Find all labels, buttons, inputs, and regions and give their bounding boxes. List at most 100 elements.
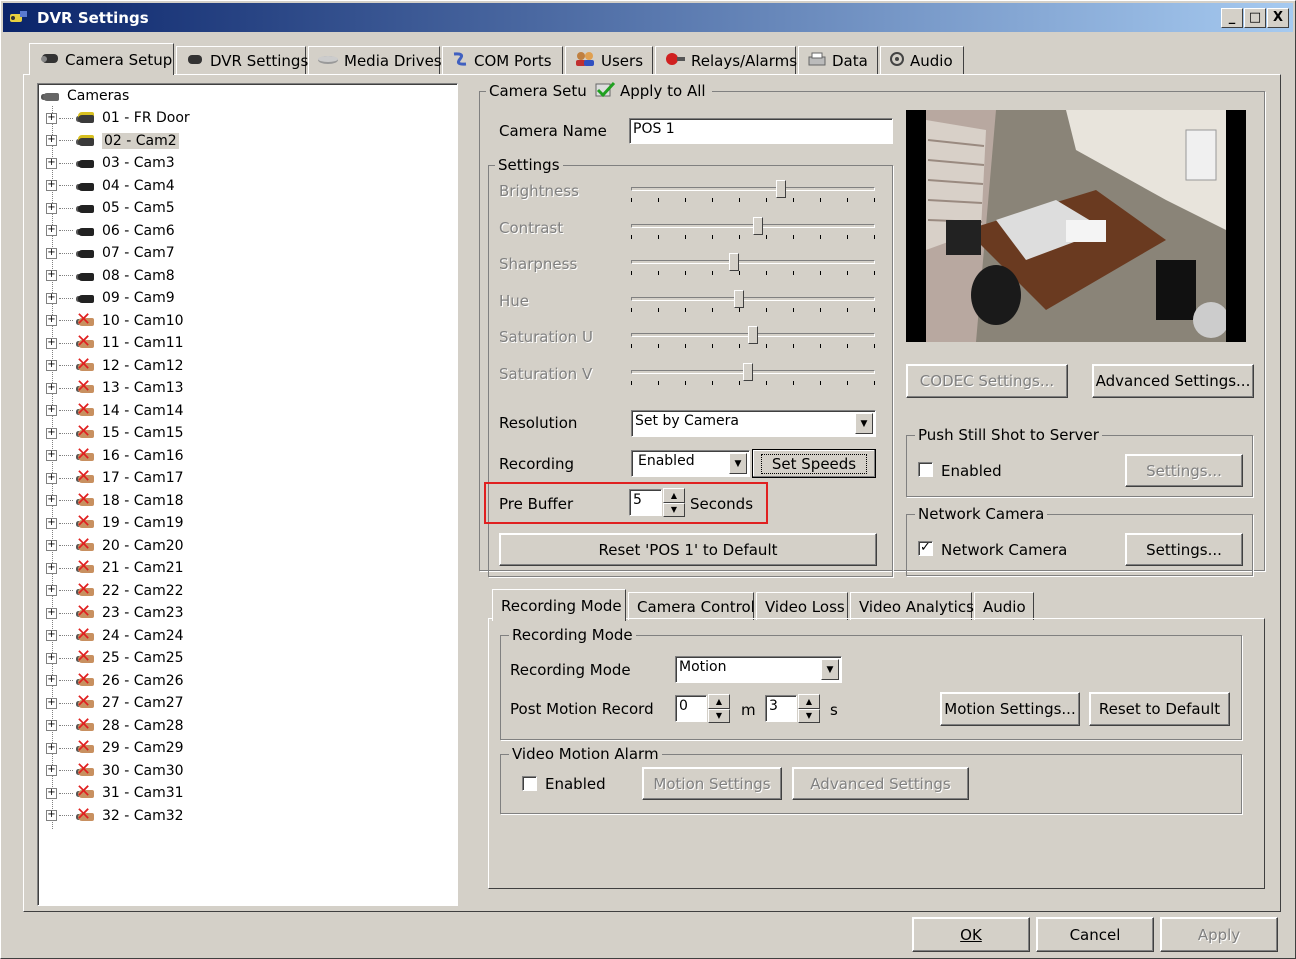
- subtab-video-loss[interactable]: Video Loss: [756, 592, 848, 620]
- expand-icon[interactable]: +: [46, 697, 57, 709]
- tree-item[interactable]: + ✕ 24 - Cam24: [46, 624, 184, 647]
- tree-item[interactable]: + ✕ 13 - Cam13: [46, 377, 184, 399]
- expand-icon[interactable]: +: [46, 765, 57, 776]
- network-settings-button[interactable]: Settings...: [1125, 533, 1243, 566]
- alarm-motion-settings-button[interactable]: Motion Settings: [642, 767, 782, 800]
- post-minutes-stepper[interactable]: ▲ ▼: [708, 694, 730, 723]
- tree-item[interactable]: +05 - Cam5: [46, 197, 175, 219]
- subtab-recording-mode[interactable]: Recording Mode: [492, 589, 626, 621]
- tab-users[interactable]: Users: [565, 46, 653, 74]
- push-settings-button[interactable]: Settings...: [1125, 454, 1243, 487]
- tree-item[interactable]: + ✕ 17 - Cam17: [46, 467, 184, 489]
- alarm-enabled-checkbox[interactable]: [522, 776, 537, 791]
- expand-icon[interactable]: +: [46, 562, 57, 574]
- expand-icon[interactable]: +: [46, 675, 57, 686]
- chevron-down-icon[interactable]: ▼: [855, 413, 873, 434]
- expand-icon[interactable]: +: [46, 720, 57, 731]
- chevron-down-icon[interactable]: ▼: [821, 659, 839, 680]
- expand-icon[interactable]: +: [46, 180, 57, 191]
- expand-icon[interactable]: +: [46, 495, 57, 506]
- motion-settings-button[interactable]: Motion Settings...: [940, 692, 1080, 726]
- expand-icon[interactable]: +: [46, 292, 57, 304]
- expand-icon[interactable]: +: [46, 337, 57, 349]
- setting-slider[interactable]: [631, 180, 875, 204]
- tree-item[interactable]: + ✕ 27 - Cam27: [46, 692, 184, 714]
- spin-down-icon[interactable]: ▼: [663, 502, 685, 517]
- tree-item[interactable]: + ✕ 14 - Cam14: [46, 399, 184, 422]
- tab-media-drives[interactable]: Media Drives: [308, 46, 442, 74]
- pre-buffer-stepper[interactable]: ▲ ▼: [663, 488, 685, 517]
- tree-item[interactable]: +09 - Cam9: [46, 287, 175, 309]
- tree-item[interactable]: +02 - Cam2: [46, 130, 179, 152]
- close-button[interactable]: X: [1267, 8, 1289, 28]
- tree-item[interactable]: + ✕ 11 - Cam11: [46, 332, 184, 354]
- expand-icon[interactable]: +: [46, 315, 57, 326]
- expand-icon[interactable]: +: [46, 112, 57, 124]
- expand-icon[interactable]: +: [46, 135, 57, 146]
- spin-up-icon[interactable]: ▲: [663, 488, 685, 503]
- ok-button[interactable]: OK: [912, 917, 1030, 952]
- setting-slider[interactable]: [631, 216, 875, 241]
- expand-icon[interactable]: +: [46, 472, 57, 484]
- maximize-button[interactable]: □: [1244, 8, 1266, 28]
- camera-name-input[interactable]: POS 1: [629, 118, 893, 144]
- tree-item[interactable]: +04 - Cam4: [46, 175, 175, 197]
- resolution-select[interactable]: Set by Camera ▼: [631, 410, 876, 437]
- expand-icon[interactable]: +: [46, 652, 57, 664]
- tree-item[interactable]: + ✕ 32 - Cam32: [46, 804, 184, 827]
- tree-item[interactable]: + ✕ 30 - Cam30: [46, 759, 184, 782]
- tab-audio[interactable]: Audio: [880, 46, 964, 74]
- tree-item[interactable]: + ✕ 19 - Cam19: [46, 512, 184, 534]
- tree-item[interactable]: +01 - FR Door: [46, 107, 190, 129]
- slider-thumb[interactable]: [748, 326, 758, 345]
- expand-icon[interactable]: +: [46, 157, 57, 169]
- tree-item[interactable]: + ✕ 10 - Cam10: [46, 309, 184, 332]
- set-speeds-button[interactable]: Set Speeds: [752, 449, 876, 478]
- expand-icon[interactable]: +: [46, 787, 57, 799]
- setting-slider[interactable]: [631, 326, 875, 350]
- expand-icon[interactable]: +: [46, 427, 57, 439]
- apply-button[interactable]: Apply: [1160, 917, 1278, 952]
- tab-relays-alarms[interactable]: Relays/Alarms: [655, 46, 797, 74]
- tree-item[interactable]: + ✕ 20 - Cam20: [46, 534, 184, 557]
- network-camera-checkbox[interactable]: ✓: [918, 541, 933, 556]
- expand-icon[interactable]: +: [46, 630, 57, 641]
- tab-data[interactable]: Data: [798, 46, 878, 74]
- slider-thumb[interactable]: [743, 363, 754, 381]
- post-seconds-input[interactable]: 3: [765, 695, 797, 722]
- spin-up-icon[interactable]: ▲: [798, 694, 820, 709]
- setting-slider[interactable]: [631, 363, 875, 387]
- setting-slider[interactable]: [631, 289, 875, 314]
- tab-camera-setup[interactable]: Camera Setup: [29, 43, 174, 75]
- expand-icon[interactable]: +: [46, 247, 57, 259]
- expand-icon[interactable]: +: [46, 405, 57, 416]
- spin-down-icon[interactable]: ▼: [708, 708, 730, 723]
- title-bar[interactable]: DVR Settings _ □ X: [3, 3, 1293, 32]
- tree-item[interactable]: +07 - Cam7: [46, 242, 175, 264]
- subtab-camera-control[interactable]: Camera Control: [628, 592, 755, 620]
- cancel-button[interactable]: Cancel: [1036, 917, 1154, 952]
- tree-item[interactable]: + ✕ 22 - Cam22: [46, 579, 184, 602]
- expand-icon[interactable]: +: [46, 607, 57, 619]
- post-minutes-input[interactable]: 0: [675, 695, 707, 722]
- tree-item[interactable]: + ✕ 16 - Cam16: [46, 444, 184, 467]
- tree-root[interactable]: Cameras: [40, 85, 129, 107]
- post-seconds-stepper[interactable]: ▲ ▼: [798, 694, 820, 723]
- tree-item[interactable]: + ✕ 23 - Cam23: [46, 602, 184, 624]
- pre-buffer-input[interactable]: 5: [629, 489, 662, 516]
- tree-item[interactable]: + ✕ 18 - Cam18: [46, 489, 184, 512]
- expand-icon[interactable]: +: [46, 225, 57, 236]
- spin-up-icon[interactable]: ▲: [708, 694, 730, 709]
- alarm-advanced-settings-button[interactable]: Advanced Settings: [792, 767, 969, 800]
- expand-icon[interactable]: +: [46, 742, 57, 754]
- tree-item[interactable]: + ✕ 29 - Cam29: [46, 737, 184, 759]
- setting-slider[interactable]: [631, 253, 875, 277]
- tree-item[interactable]: + ✕ 12 - Cam12: [46, 354, 184, 377]
- slider-thumb[interactable]: [733, 289, 744, 308]
- slider-thumb[interactable]: [729, 253, 740, 272]
- tab-dvr-settings[interactable]: DVR Settings: [176, 46, 308, 74]
- expand-icon[interactable]: +: [46, 270, 57, 281]
- subtab-video-analytics[interactable]: Video Analytics: [850, 592, 974, 620]
- tree-item[interactable]: + ✕ 21 - Cam21: [46, 557, 184, 579]
- reset-pos1-button[interactable]: Reset 'POS 1' to Default: [499, 533, 877, 566]
